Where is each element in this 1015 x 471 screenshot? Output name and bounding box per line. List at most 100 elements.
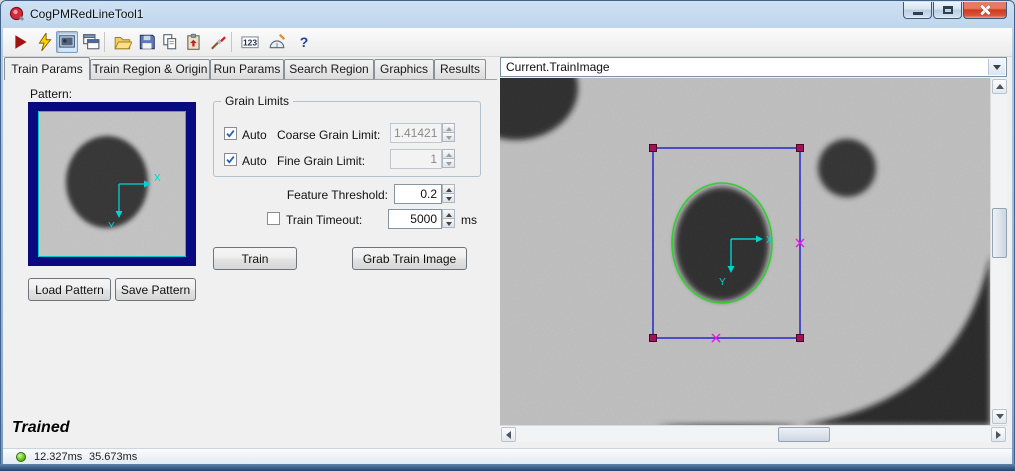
import-button[interactable] bbox=[183, 31, 205, 53]
tab-graphics[interactable]: Graphics bbox=[374, 59, 434, 79]
horizontal-scroll-thumb[interactable] bbox=[778, 427, 830, 442]
save-pattern-button[interactable]: Save Pattern bbox=[115, 278, 196, 301]
horizontal-scrollbar[interactable] bbox=[500, 425, 1007, 442]
train-timeout-checkbox[interactable] bbox=[267, 212, 280, 225]
train-timeout-spinner[interactable] bbox=[442, 209, 455, 229]
auto-coarse-checkbox[interactable] bbox=[224, 127, 237, 140]
close-icon bbox=[979, 4, 992, 17]
chevron-up-icon bbox=[996, 84, 1004, 89]
popup-window-button[interactable] bbox=[80, 31, 102, 53]
image-source-dropdown[interactable]: Current.TrainImage bbox=[500, 57, 1007, 77]
scroll-up-button[interactable] bbox=[992, 79, 1007, 94]
train-image-display[interactable]: X Y bbox=[500, 78, 990, 425]
pattern-image-canvas: X Y bbox=[39, 112, 185, 256]
status-bar: 12.327ms 35.673ms bbox=[3, 448, 1012, 464]
numbers-icon: 123 bbox=[241, 33, 259, 51]
tab-run-params[interactable]: Run Params bbox=[210, 59, 284, 79]
auto-fine-checkbox[interactable] bbox=[224, 153, 237, 166]
run-button[interactable] bbox=[10, 31, 32, 53]
display-toggle-icon bbox=[58, 33, 76, 51]
pattern-x-axis-label: X bbox=[154, 173, 161, 184]
run-icon bbox=[12, 33, 30, 51]
brush-icon bbox=[209, 33, 227, 51]
import-clipboard-icon bbox=[185, 33, 203, 51]
app-icon bbox=[9, 6, 25, 22]
vertical-scroll-thumb[interactable] bbox=[992, 208, 1007, 258]
train-region-handle-tl[interactable] bbox=[650, 145, 657, 152]
train-region-handle-br[interactable] bbox=[797, 335, 804, 342]
toolbar-separator bbox=[104, 32, 105, 52]
vertical-scrollbar[interactable] bbox=[990, 78, 1007, 425]
coarse-grain-limit-spinner bbox=[442, 123, 455, 143]
auto-fine-label: Auto bbox=[242, 154, 267, 168]
minimize-button[interactable] bbox=[903, 2, 932, 19]
grab-train-image-button[interactable]: Grab Train Image bbox=[352, 247, 467, 270]
copy-pages-icon bbox=[161, 33, 179, 51]
popup-window-icon bbox=[82, 33, 100, 51]
display-toggle-button[interactable] bbox=[56, 31, 78, 53]
question-icon: ? bbox=[300, 34, 309, 50]
window-bottom-border bbox=[0, 464, 1015, 471]
fine-grain-limit-spinner bbox=[442, 149, 455, 169]
tab-search-region[interactable]: Search Region bbox=[284, 59, 374, 79]
maximize-button[interactable] bbox=[933, 2, 962, 19]
grain-limits-title: Grain Limits bbox=[221, 94, 293, 108]
window-title: CogPMRedLineTool1 bbox=[30, 7, 143, 21]
train-timeout-unit: ms bbox=[461, 213, 477, 227]
check-icon bbox=[225, 154, 236, 165]
feature-threshold-label: Feature Threshold: bbox=[250, 188, 388, 202]
coarse-grain-limit-input: 1.41421 bbox=[390, 123, 442, 143]
toolbar-separator bbox=[231, 32, 232, 52]
auto-coarse-label: Auto bbox=[242, 128, 267, 142]
window: CogPMRedLineTool1 bbox=[0, 0, 1015, 471]
scroll-left-button[interactable] bbox=[501, 427, 516, 442]
fine-grain-limit-input: 1 bbox=[390, 149, 442, 169]
numeric-results-button[interactable]: 123 bbox=[239, 31, 261, 53]
numbers-label: 123 bbox=[243, 37, 257, 47]
pattern-y-axis-label: Y bbox=[108, 221, 115, 232]
chevron-down-icon bbox=[993, 65, 1001, 70]
save-floppy-icon bbox=[138, 33, 156, 51]
load-pattern-button[interactable]: Load Pattern bbox=[28, 278, 111, 301]
process-time: 12.327ms bbox=[34, 451, 82, 463]
train-region-handle-tr[interactable] bbox=[797, 145, 804, 152]
pattern-image: X Y bbox=[28, 102, 196, 266]
scroll-down-button[interactable] bbox=[992, 409, 1007, 424]
status-led bbox=[16, 452, 26, 462]
scroll-right-button[interactable] bbox=[991, 427, 1006, 442]
dropdown-button[interactable] bbox=[988, 59, 1005, 75]
train-timeout-input[interactable]: 5000 bbox=[388, 209, 442, 229]
fine-grain-limit-label: Fine Grain Limit: bbox=[277, 154, 365, 168]
close-button[interactable] bbox=[963, 2, 1007, 19]
x-axis-label: X bbox=[766, 235, 773, 246]
minimize-icon bbox=[913, 12, 923, 15]
trigger-icon bbox=[36, 33, 54, 51]
train-region-handle-bl[interactable] bbox=[650, 335, 657, 342]
chevron-right-icon bbox=[996, 431, 1001, 439]
train-timeout-label: Train Timeout: bbox=[286, 213, 362, 227]
y-axis-label: Y bbox=[719, 277, 726, 288]
train-button[interactable]: Train bbox=[213, 247, 297, 270]
graphics-brush-button[interactable] bbox=[207, 31, 229, 53]
open-file-button[interactable] bbox=[112, 31, 134, 53]
tab-results[interactable]: Results bbox=[434, 59, 486, 79]
maximize-icon bbox=[943, 6, 953, 14]
protractor-icon bbox=[268, 33, 286, 51]
total-time: 35.673ms bbox=[89, 451, 137, 463]
check-icon bbox=[225, 128, 236, 139]
measure-button[interactable] bbox=[266, 31, 288, 53]
coarse-grain-limit-label: Coarse Grain Limit: bbox=[277, 128, 380, 142]
tab-train-region-origin[interactable]: Train Region & Origin bbox=[90, 59, 210, 79]
tab-train-params[interactable]: Train Params bbox=[4, 57, 90, 80]
feature-threshold-spinner[interactable] bbox=[442, 184, 455, 204]
help-button[interactable]: ? bbox=[293, 31, 315, 53]
feature-threshold-input[interactable]: 0.2 bbox=[394, 184, 442, 204]
trained-status: Trained bbox=[12, 419, 70, 437]
pattern-image-border: X Y bbox=[38, 111, 186, 257]
copy-button[interactable] bbox=[159, 31, 181, 53]
chevron-down-icon bbox=[996, 414, 1004, 419]
chevron-left-icon bbox=[506, 431, 511, 439]
trigger-button[interactable] bbox=[34, 31, 56, 53]
save-file-button[interactable] bbox=[136, 31, 158, 53]
toolbar: 123 ? bbox=[3, 28, 1012, 57]
